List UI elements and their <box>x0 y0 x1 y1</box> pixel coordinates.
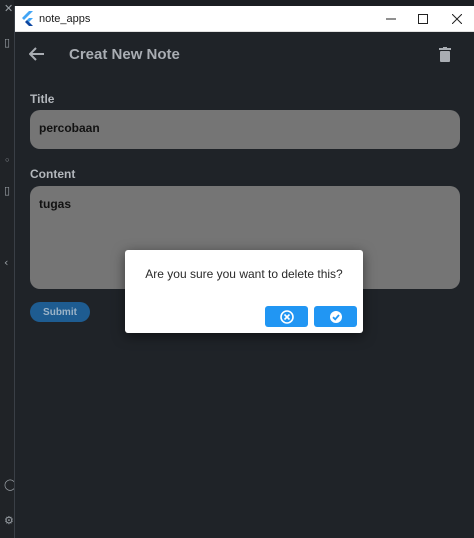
desktop-icon-5: ‹ <box>4 256 9 269</box>
page-title: Creat New Note <box>69 46 180 63</box>
minimize-button[interactable] <box>375 6 407 32</box>
submit-button[interactable]: Submit <box>30 302 90 322</box>
desktop-icon-2: ▯ <box>4 36 11 49</box>
desktop-icon-3: ◦ <box>4 154 11 167</box>
delete-button[interactable] <box>433 42 457 66</box>
maximize-button[interactable] <box>407 6 439 32</box>
app-bar: Creat New Note <box>15 32 474 76</box>
flutter-logo-icon <box>22 11 33 26</box>
arrow-back-icon <box>29 47 44 61</box>
desktop-icon-7: ⚙ <box>4 514 14 527</box>
close-icon <box>452 14 462 24</box>
title-label: Title <box>30 92 55 106</box>
content-label: Content <box>30 167 76 181</box>
desktop-background-strip: ✕ ▯ ◦ ▯ ‹ ◯ ⚙ <box>0 0 17 538</box>
check-circle-icon <box>329 310 342 323</box>
confirm-button[interactable] <box>314 306 357 327</box>
dialog-message: Are you sure you want to delete this? <box>145 267 343 281</box>
cancel-button[interactable] <box>265 306 308 327</box>
cancel-circle-icon <box>279 309 294 324</box>
back-button[interactable] <box>25 42 49 66</box>
close-window-button[interactable] <box>441 6 473 32</box>
window-titlebar[interactable]: note_apps <box>15 6 474 32</box>
maximize-icon <box>418 14 428 24</box>
trash-icon <box>439 46 451 62</box>
desktop-icon-6: ◯ <box>4 478 17 491</box>
window-title: note_apps <box>39 13 91 25</box>
desktop-icon-4: ▯ <box>4 184 11 197</box>
minimize-icon <box>386 18 396 20</box>
desktop-icon-1: ✕ <box>4 2 14 15</box>
title-input[interactable]: percobaan <box>30 110 460 149</box>
delete-confirm-dialog: Are you sure you want to delete this? <box>125 250 363 333</box>
